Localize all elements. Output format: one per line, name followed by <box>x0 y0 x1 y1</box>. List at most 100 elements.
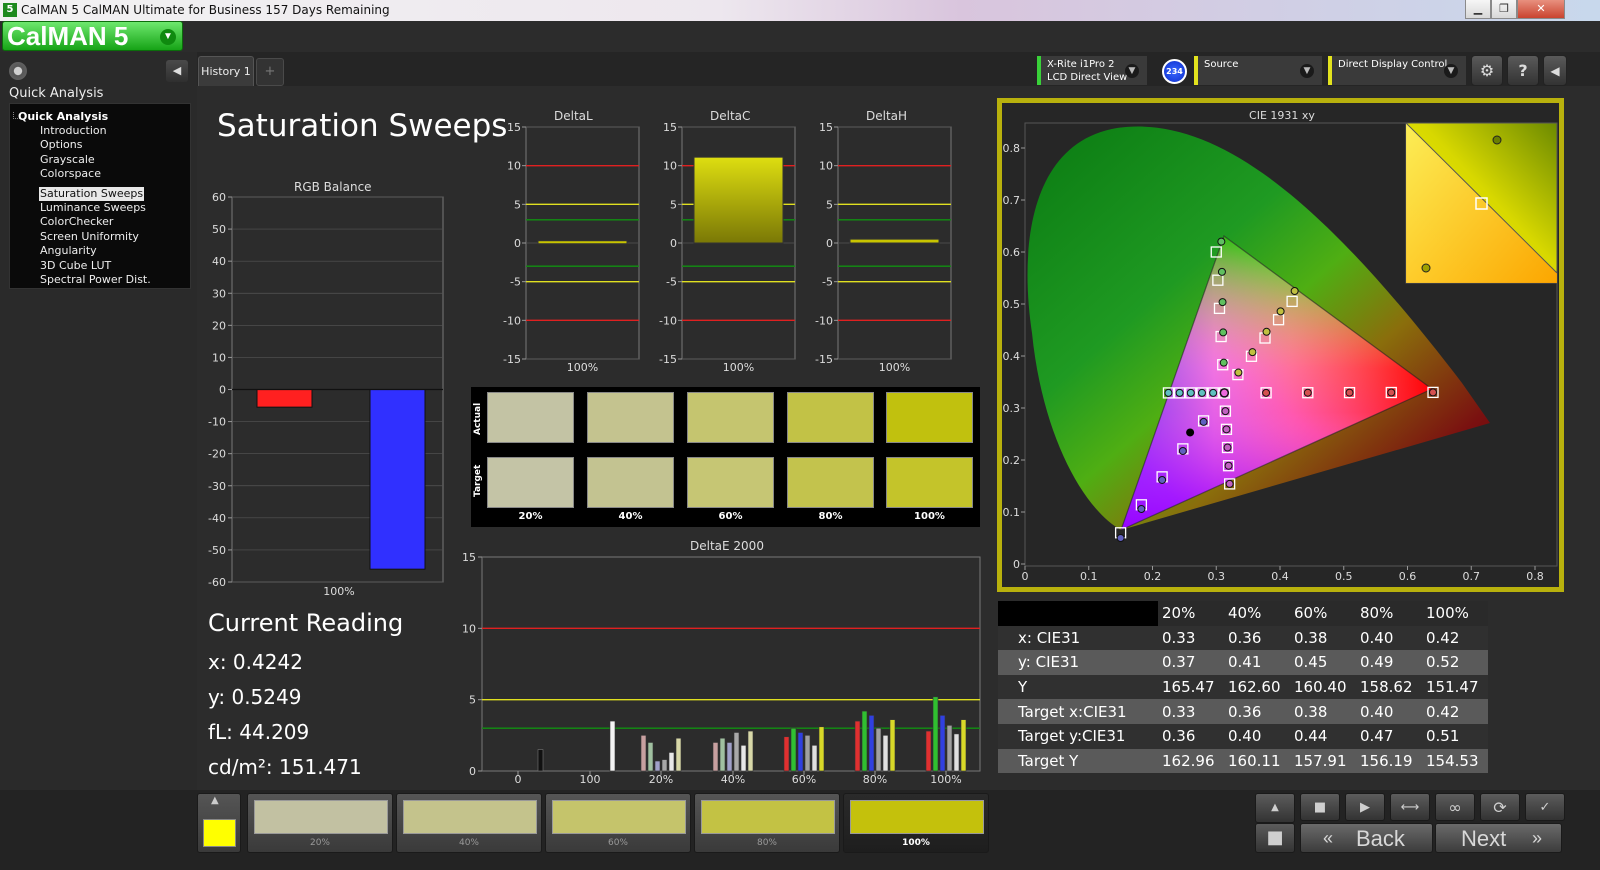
table-cell: 160.40 <box>1290 674 1356 700</box>
swatch-label: 80% <box>818 511 843 522</box>
workflow-dot-icon[interactable] <box>9 62 27 80</box>
rgb-y-tick-label: 30 <box>212 287 226 300</box>
actual-swatch-40pct <box>587 392 674 443</box>
cie-y-tick-label: 0.8 <box>1003 142 1021 155</box>
delta_l-bar <box>537 240 628 245</box>
table-cell: 156.19 <box>1356 748 1422 774</box>
cie-measured-point <box>1234 368 1243 377</box>
cie-measured-point <box>1186 388 1195 397</box>
help-icon[interactable]: ? <box>1507 55 1539 86</box>
actual-swatch-60pct <box>687 392 774 443</box>
check-button[interactable]: ✓ <box>1525 793 1565 821</box>
table-row-label: Target y:CIE31 <box>998 723 1158 749</box>
table-cell: 158.62 <box>1356 674 1422 700</box>
table-cell: 0.36 <box>1158 723 1224 749</box>
back-button[interactable]: « Back <box>1300 823 1433 853</box>
cie-x-tick-label: 0.4 <box>1271 570 1289 583</box>
patch-button-80pct[interactable]: 80% <box>694 793 840 853</box>
delta-e-chart: 15 10 5 0 0 100 20% 40% 60% 80% 100% <box>462 551 981 786</box>
next-button[interactable]: Next » <box>1435 823 1562 853</box>
delta-e-x-tick-label: 20% <box>649 773 673 786</box>
delta-e-bar <box>932 696 939 772</box>
up-arrow-icon[interactable]: ▲ <box>211 795 219 806</box>
delta-e-bar <box>640 735 647 772</box>
cie-x-tick-label: 0.2 <box>1144 570 1162 583</box>
table-row: x: CIE31 0.33 0.36 0.38 0.40 0.42 <box>998 625 1488 651</box>
delta-e-bar <box>647 742 654 772</box>
collapse-right-icon[interactable]: ◀ <box>1543 55 1567 86</box>
delta-e-bar <box>946 725 953 772</box>
refresh-button[interactable]: ⟳ <box>1480 793 1520 821</box>
delta-e-bar <box>804 735 811 772</box>
collapse-up-icon[interactable]: ▲ <box>1255 793 1295 823</box>
sidebar-item-colorchecker[interactable]: ColorChecker <box>40 215 151 229</box>
display-control-selector[interactable]: Direct Display Control ▼ <box>1328 56 1466 85</box>
delta_l-y-tick-label: -10 <box>503 314 521 327</box>
delta-e-x-tick-label: 60% <box>792 773 816 786</box>
cie-measured-point <box>1219 358 1228 367</box>
sync-button[interactable]: ⟷ <box>1390 793 1430 821</box>
delta-h-chart: 15 10 5 0 -5 -10 -15 100% <box>815 121 952 374</box>
cie-measured-point <box>1137 504 1146 513</box>
cie-measured-point <box>1217 267 1226 276</box>
delta-e-bar <box>719 737 726 772</box>
target-swatch-60pct <box>687 457 774 508</box>
sidebar-item-screen-uniformity[interactable]: Screen Uniformity <box>40 230 151 244</box>
cie-x-tick-label: 0.3 <box>1208 570 1226 583</box>
collapse-sidebar-button[interactable]: ◀ <box>166 60 188 82</box>
delta-e-bar <box>733 732 740 772</box>
meter-status-badge[interactable]: 234 <box>1162 59 1187 84</box>
loop-button[interactable]: ∞ <box>1435 793 1475 821</box>
stop-button[interactable]: ■ <box>1300 793 1340 821</box>
table-cell: 0.38 <box>1290 699 1356 724</box>
restore-button[interactable]: ❐ <box>1491 0 1517 19</box>
delta_c-y-tick-label: -10 <box>659 314 677 327</box>
sidebar-item-3d-cube-lut[interactable]: 3D Cube LUT <box>40 259 151 273</box>
table-row: Y 165.47 162.60 160.40 158.62 151.47 <box>998 674 1488 700</box>
read-button[interactable]: ■ <box>1255 823 1295 853</box>
calman-logo-menu[interactable]: CalMAN 5 ▼ <box>2 21 183 51</box>
delta-e-bar <box>675 737 682 772</box>
sidebar-item-spectral-power-dist[interactable]: Spectral Power Dist. <box>40 273 151 287</box>
patch-button-60pct[interactable]: 60% <box>545 793 691 853</box>
patch-button-100pct[interactable]: 100% <box>843 793 989 853</box>
sidebar-item-options[interactable]: Options <box>40 138 151 152</box>
sidebar-item-luminance-sweeps[interactable]: Luminance Sweeps <box>40 201 151 215</box>
cie-y-tick-label: 0.4 <box>1003 350 1021 363</box>
table-cell: 0.41 <box>1224 650 1290 675</box>
minimize-button[interactable]: ▁ <box>1465 0 1491 19</box>
patch-color <box>254 800 388 834</box>
close-button[interactable]: ✕ <box>1517 0 1565 19</box>
sidebar-item-colorspace[interactable]: Colorspace <box>40 167 151 181</box>
sidebar-item-angularity[interactable]: Angularity <box>40 244 151 258</box>
delta_h-y-tick-label: 15 <box>819 121 833 134</box>
cie-current-reading-point <box>1186 428 1195 437</box>
cie-measured-point <box>1217 237 1226 246</box>
table-column-header: 40% <box>1224 601 1290 626</box>
next-label: Next <box>1461 826 1507 851</box>
rgb-y-tick-label: -60 <box>208 576 226 589</box>
meter-selector[interactable]: X-Rite i1Pro 2 LCD Direct View ▼ <box>1037 56 1147 85</box>
tab-history-1[interactable]: History 1 <box>198 56 254 86</box>
tree-group-quick-analysis[interactable]: Quick Analysis <box>18 110 108 123</box>
play-button[interactable]: ▶ <box>1345 793 1385 821</box>
rgb-y-tick-label: -40 <box>208 512 226 525</box>
add-tab-button[interactable]: + <box>256 58 284 86</box>
sidebar-item-saturation-sweeps[interactable]: Saturation Sweeps <box>39 186 145 201</box>
cie-title: CIE 1931 xy <box>1249 109 1315 122</box>
patch-button-20pct[interactable]: 20% <box>247 793 393 853</box>
table-cell: 0.33 <box>1158 625 1224 651</box>
cie-y-tick-label: 0.5 <box>1003 298 1021 311</box>
target-swatch-20pct <box>487 457 574 508</box>
table-row: Target Y 162.96 160.11 157.91 156.19 154.53 <box>998 748 1488 774</box>
delta_h-category-label: 100% <box>879 361 910 374</box>
rgb-y-tick-label: 20 <box>212 319 226 332</box>
sidebar-item-grayscale[interactable]: Grayscale <box>40 153 151 167</box>
delta-e-bar <box>861 710 868 772</box>
swatch-comparison-panel: Actual Target 20% 40% 60% 80% 100% <box>471 387 980 527</box>
source-selector[interactable]: Source ▼ <box>1194 56 1322 85</box>
settings-gear-icon[interactable]: ⚙ <box>1471 55 1503 86</box>
patch-button-40pct[interactable]: 40% <box>396 793 542 853</box>
sidebar-item-introduction[interactable]: Introduction <box>40 124 151 138</box>
cie-zoom-inset <box>1405 122 1558 284</box>
